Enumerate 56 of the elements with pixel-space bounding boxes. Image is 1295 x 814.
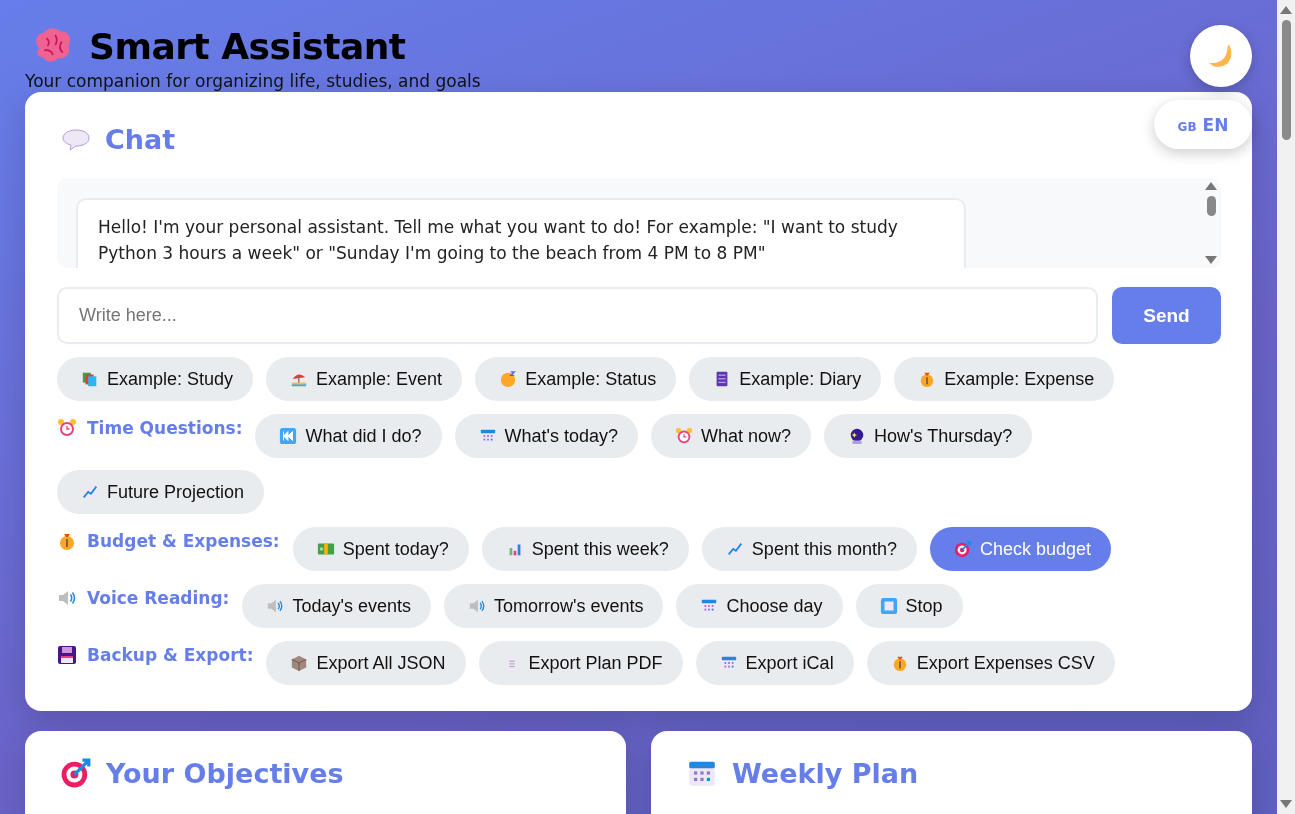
- app-title: Smart Assistant: [89, 25, 406, 67]
- line-chart-icon: [725, 540, 744, 558]
- rewind-icon: [279, 427, 298, 445]
- quick-action-chip[interactable]: Export iCal: [695, 641, 854, 685]
- alarm-clock-icon: [675, 427, 694, 445]
- group-label: Time Questions:: [87, 418, 243, 438]
- package-icon: [290, 654, 309, 672]
- group-label: Budget & Expenses:: [87, 531, 280, 551]
- bar-chart-icon: [505, 540, 524, 558]
- quick-action-chip[interactable]: Example: Status: [475, 357, 677, 401]
- target-icon: [60, 757, 92, 789]
- group-label: Backup & Export:: [87, 645, 254, 665]
- calendar-icon: [719, 654, 738, 672]
- quick-action-chip[interactable]: Spent this week?: [481, 527, 689, 571]
- page-scrollbar[interactable]: [1277, 0, 1295, 814]
- quick-action-chip[interactable]: Check budget: [929, 527, 1112, 571]
- alarm-clock-icon: [57, 418, 77, 438]
- target-icon: [953, 540, 972, 558]
- quick-action-chip[interactable]: Stop: [855, 584, 963, 628]
- sleeping-face-icon: [499, 370, 518, 388]
- theme-toggle-button[interactable]: [1190, 25, 1252, 87]
- panel-title: Weekly Plan: [732, 757, 919, 789]
- quick-action-chip[interactable]: Example: Diary: [689, 357, 882, 401]
- quick-action-chip[interactable]: Spent today?: [292, 527, 469, 571]
- stop-icon: [879, 597, 898, 615]
- calendar-icon: [478, 427, 497, 445]
- send-button[interactable]: Send: [1112, 287, 1221, 344]
- speaker-icon: [266, 597, 285, 615]
- group-label: Voice Reading:: [87, 588, 230, 608]
- quick-action-chip[interactable]: Export Expenses CSV: [866, 641, 1115, 685]
- quick-action-chip[interactable]: What did I do?: [255, 414, 442, 458]
- quick-action-chip[interactable]: What's today?: [454, 414, 639, 458]
- quick-action-chip[interactable]: Spent this month?: [701, 527, 917, 571]
- app-subtitle: Your companion for organizing life, studies, and goals: [25, 70, 482, 92]
- speaker-icon: [467, 597, 486, 615]
- quick-action-chip[interactable]: How's Thursday?: [824, 414, 1033, 458]
- assistant-message: Hello! I'm your personal assistant. Tell me what you want to do! For example: "I want to study Python 3 hours a week" or "Sunday I'm going to the beach from 4 PM to 8 PM": [76, 198, 966, 268]
- quick-action-chip[interactable]: Example: Event: [266, 357, 463, 401]
- message-input[interactable]: Write here...: [57, 287, 1098, 344]
- quick-action-chip[interactable]: Tomorrow's events: [443, 584, 664, 628]
- quick-action-chip[interactable]: Today's events: [242, 584, 431, 628]
- money-bag-icon: [57, 531, 77, 551]
- chat-title: Chat: [105, 124, 176, 155]
- panel-title: Your Objectives: [106, 757, 344, 789]
- quick-action-chip[interactable]: Example: Study: [57, 357, 254, 401]
- quick-action-chip[interactable]: Future Projection: [57, 470, 265, 514]
- speaker-icon: [57, 588, 77, 608]
- language-button[interactable]: GB EN: [1154, 100, 1252, 149]
- calendar-icon: [700, 597, 719, 615]
- books-icon: [81, 370, 99, 388]
- quick-action-chip[interactable]: Choose day: [676, 584, 843, 628]
- quick-action-chip[interactable]: Export All JSON: [266, 641, 466, 685]
- quick-action-chip[interactable]: Example: Expense: [894, 357, 1115, 401]
- quick-action-chip[interactable]: What now?: [651, 414, 812, 458]
- quick-action-chip[interactable]: Export Plan PDF: [478, 641, 683, 685]
- line-chart-icon: [81, 483, 99, 501]
